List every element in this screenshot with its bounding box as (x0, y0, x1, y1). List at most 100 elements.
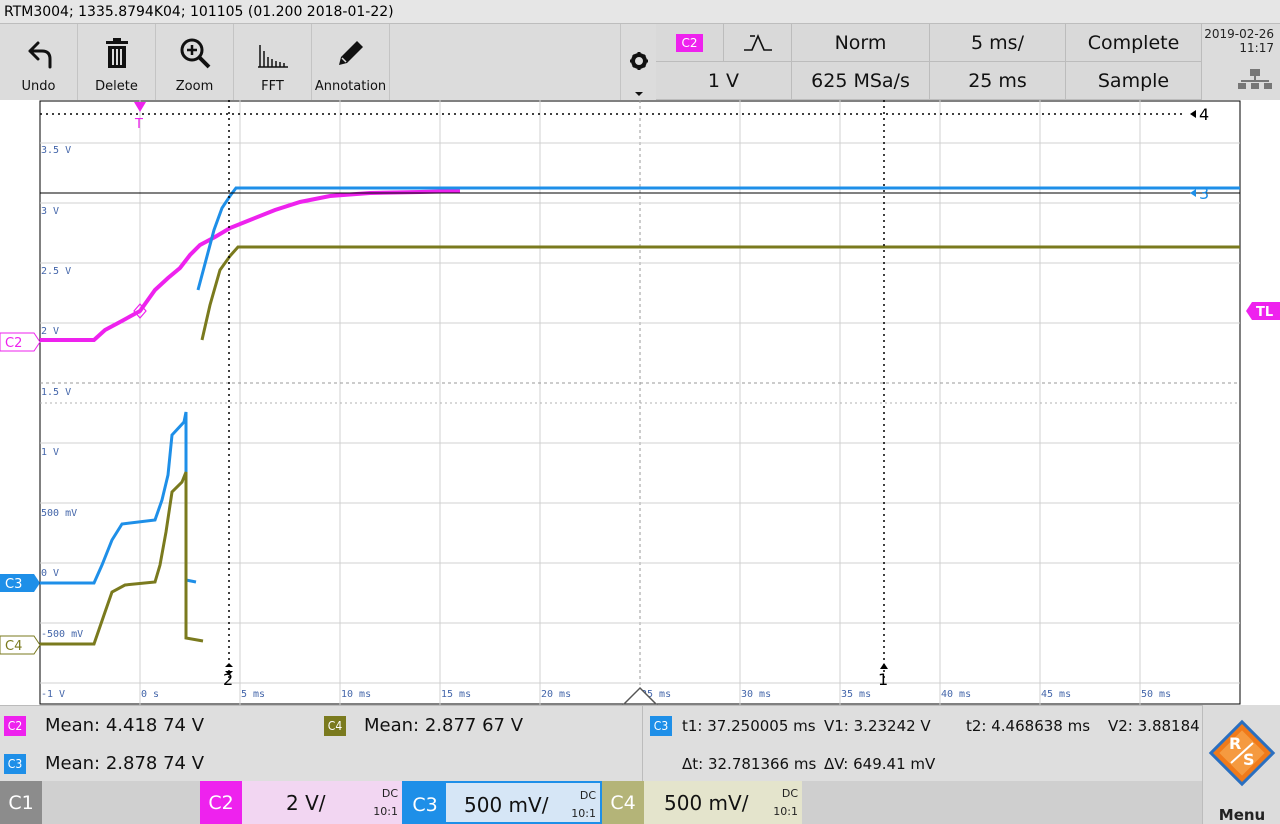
c3-offset-marker[interactable]: C3 (0, 574, 40, 592)
voltage-label: -1 V (41, 689, 65, 700)
c4-scale: 500 mV/ (664, 791, 749, 815)
toolbar-spacer (390, 24, 620, 100)
svg-text:C4: C4 (5, 639, 22, 654)
timebase-cell[interactable]: 5 ms/ (930, 24, 1066, 62)
c3-channel-label: C3 (404, 783, 446, 824)
c2-meas-badge: C2 (4, 716, 26, 736)
waveform-display[interactable]: 3.5 V 3 V 2.5 V 2 V 1.5 V 1 V 500 mV 0 V -500 mV… (0, 100, 1280, 705)
c3-mean-value: Mean: 2.878 74 V (45, 753, 205, 774)
voltage-label: 500 mV (41, 508, 77, 519)
c2-mean-value: Mean: 4.418 74 V (45, 715, 205, 736)
trigger-marker-label: T (134, 117, 143, 132)
c4-channel-box[interactable]: C4 500 mV/ DC 10:1 (602, 781, 802, 824)
zoom-button[interactable]: Zoom (156, 24, 234, 100)
c1-channel-box[interactable]: C1 (0, 781, 200, 824)
annotation-label: Annotation (314, 79, 387, 94)
c4-mean-value: Mean: 2.877 67 V (364, 715, 524, 736)
v1-cursor-label: 3 (1199, 184, 1209, 203)
time-label: 35 ms (841, 689, 871, 700)
fft-button[interactable]: FFT (234, 24, 312, 100)
t2-value: t2: 4.468638 ms (966, 717, 1091, 735)
fft-label: FFT (261, 79, 284, 94)
time-label: 20 ms (541, 689, 571, 700)
trigger-level-marker[interactable]: TL (1246, 302, 1280, 320)
c3-meas-badge: C3 (4, 754, 26, 774)
voltage-label: -500 mV (41, 629, 83, 640)
c4-channel-label: C4 (602, 781, 644, 824)
trash-icon (105, 38, 128, 68)
v2-value: V2: 3.88184 V (1108, 717, 1215, 735)
time-label: 15 ms (441, 689, 471, 700)
c2-scale: 2 V/ (286, 791, 326, 815)
undo-icon (28, 41, 51, 69)
trigger-slope-cell[interactable] (724, 24, 792, 62)
menu-button[interactable]: R S Menu (1202, 705, 1280, 824)
voltage-label: 2.5 V (41, 266, 71, 277)
pencil-icon (338, 41, 363, 65)
c3-scale: 500 mV/ (464, 793, 549, 817)
dropdown-arrow-icon (635, 92, 643, 96)
time-label: 5 ms (241, 689, 265, 700)
v1-value: V1: 3.23242 V (824, 717, 931, 735)
c4-coupling: DC 10:1 (773, 787, 798, 818)
voltage-label: 3.5 V (41, 145, 71, 156)
annotation-button[interactable]: Annotation (312, 24, 390, 100)
delta-t-value: Δt: 32.781366 ms (682, 755, 817, 773)
zoom-icon (180, 38, 210, 69)
record-length-cell[interactable]: 25 ms (930, 62, 1066, 100)
c4-meas-badge: C4 (324, 716, 346, 736)
toolbar: Undo Delete Zoom FFT Annotation (0, 24, 390, 100)
t1-value: t1: 37.250005 ms (682, 717, 816, 735)
trigger-mode-cell[interactable]: Norm (792, 24, 930, 62)
v2-cursor-label: 4 (1199, 105, 1209, 124)
time-label: 40 ms (941, 689, 971, 700)
c2-coupling: DC 10:1 (373, 787, 398, 818)
undo-label: Undo (21, 79, 56, 94)
rs-logo-icon: R S (1208, 719, 1276, 787)
trigger-level-cell[interactable]: 1 V (656, 62, 792, 100)
delete-button[interactable]: Delete (78, 24, 156, 100)
date-text: 2019-02-26 (1204, 27, 1274, 41)
time-label: 45 ms (1041, 689, 1071, 700)
c3-channel-box[interactable]: C3 500 mV/ DC 10:1 (402, 781, 602, 824)
undo-button[interactable]: Undo (0, 24, 78, 100)
trigger-source-cell[interactable]: C2 (656, 24, 724, 62)
c2-channel-box[interactable]: C2 2 V/ DC 10:1 (200, 781, 402, 824)
svg-text:S: S (1243, 750, 1255, 769)
time-label: 50 ms (1141, 689, 1171, 700)
menu-label: Menu (1218, 806, 1266, 824)
datetime-panel: 2019-02-26 11:17 (1202, 24, 1280, 100)
measurement-divider (642, 706, 643, 782)
svg-text:C2: C2 (5, 336, 22, 351)
delta-v-value: ΔV: 649.41 mV (824, 755, 936, 773)
settings-cell[interactable] (620, 24, 656, 100)
acq-state-cell[interactable]: Complete (1066, 24, 1202, 62)
voltage-label: 3 V (41, 206, 59, 217)
c2-offset-marker[interactable]: C2 (0, 332, 41, 352)
delete-label: Delete (95, 79, 138, 94)
voltage-label: 2 V (41, 326, 59, 337)
voltage-label: 1 V (41, 447, 59, 458)
voltage-label: 0 V (41, 568, 59, 579)
channel-bar: C1 C2 2 V/ DC 10:1 C3 500 mV/ DC 10:1 C4 5… (0, 781, 1280, 824)
time-label: 10 ms (341, 689, 371, 700)
time-text: 11:17 (1239, 41, 1274, 55)
sample-rate-cell[interactable]: 625 MSa/s (792, 62, 930, 100)
voltage-label: 1.5 V (41, 387, 71, 398)
time-label: 0 s (141, 689, 159, 700)
svg-text:C3: C3 (5, 577, 22, 592)
svg-text:TL: TL (1256, 305, 1273, 320)
t1-cursor-label: 1 (878, 670, 888, 689)
gear-icon (630, 52, 648, 96)
c2-channel-label: C2 (200, 781, 242, 824)
time-label: 30 ms (741, 689, 771, 700)
c4-offset-marker[interactable]: C4 (0, 635, 41, 655)
cursor-source-badge: C3 (650, 716, 672, 736)
acq-mode-cell[interactable]: Sample (1066, 62, 1202, 100)
measurement-panel: C2 Mean: 4.418 74 V C4 Mean: 2.877 67 V … (0, 705, 1280, 782)
fft-icon (257, 45, 288, 68)
zoom-label: Zoom (175, 79, 214, 94)
svg-text:R: R (1229, 734, 1241, 753)
c3-coupling: DC 10:1 (571, 789, 596, 820)
acquisition-panel: C2 Norm 5 ms/ Complete 1 V 625 MSa/s 25 … (656, 24, 1202, 100)
